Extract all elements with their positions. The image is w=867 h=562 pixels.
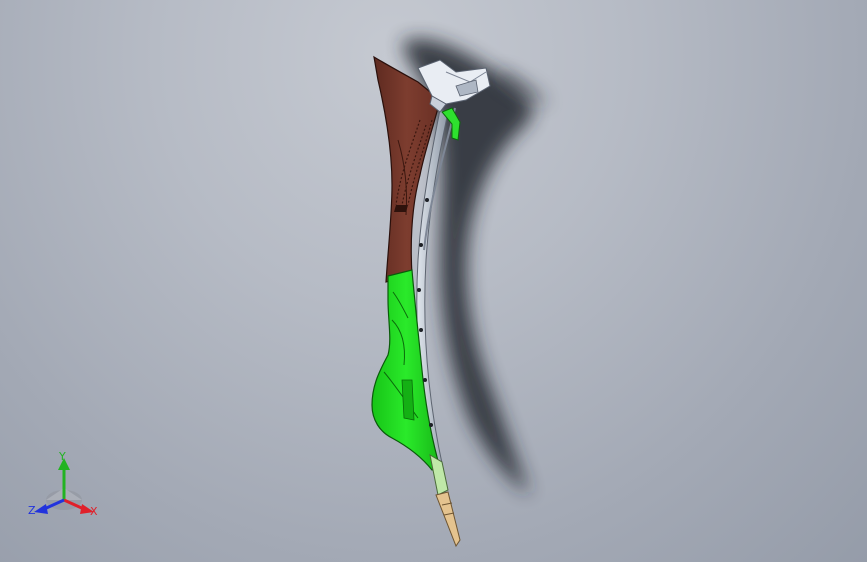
z-axis-arrow bbox=[34, 504, 48, 514]
lower-panel[interactable] bbox=[371, 269, 441, 471]
x-axis-label: X bbox=[90, 505, 98, 518]
y-axis-label: Y bbox=[59, 450, 66, 463]
graphics-viewport[interactable]: Y X Z bbox=[0, 0, 867, 562]
z-axis-label: Z bbox=[28, 504, 36, 517]
end-tip[interactable] bbox=[435, 491, 461, 548]
transition-segment[interactable] bbox=[429, 454, 449, 496]
cad-model-view[interactable] bbox=[0, 0, 867, 562]
